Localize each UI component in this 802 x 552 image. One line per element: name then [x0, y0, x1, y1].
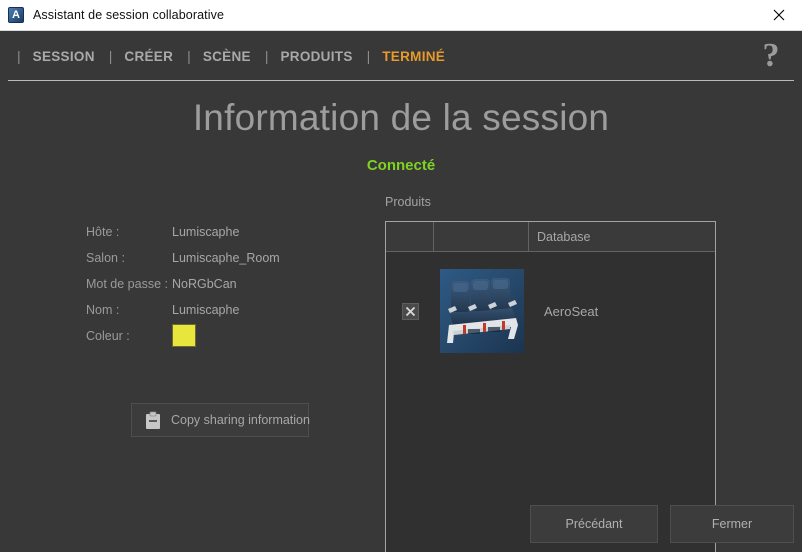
info-label-name: Nom :: [86, 302, 120, 317]
close-icon[interactable]: [756, 0, 802, 30]
cell-thumbnail: [434, 269, 529, 353]
tab-produits[interactable]: PRODUITS: [280, 49, 352, 64]
product-name: AeroSeat: [544, 303, 599, 319]
tab-scene[interactable]: SCÈNE: [203, 49, 251, 64]
info-row-room: Salon : Lumiscaphe_Room: [86, 245, 356, 270]
column-header-thumbnail: [434, 222, 529, 251]
info-value-password: NoRGbCan: [172, 276, 237, 291]
cell-remove: [386, 302, 434, 320]
info-row-color: Coleur :: [86, 323, 356, 348]
info-value-room: Lumiscaphe_Room: [172, 250, 280, 265]
products-table-body: AeroSeat: [386, 252, 715, 356]
tab-separator: |: [187, 48, 191, 64]
copy-sharing-information-label: Copy sharing information: [171, 413, 310, 427]
products-section-label: Produits: [385, 195, 431, 209]
aircraft-seat-row-thumbnail: [439, 269, 524, 353]
app-logo-letter: A: [12, 8, 20, 21]
info-row-password: Mot de passe : NoRGbCan: [86, 271, 356, 296]
clipboard-icon: [146, 411, 160, 429]
previous-button[interactable]: Précédant: [530, 505, 658, 543]
info-label-host: Hôte :: [86, 224, 120, 239]
copy-sharing-information-button[interactable]: Copy sharing information: [131, 403, 310, 437]
info-row-name: Nom : Lumiscaphe: [86, 297, 356, 322]
info-row-host: Hôte : Lumiscaphe: [86, 219, 356, 244]
tab-session[interactable]: SESSION: [33, 49, 95, 64]
collaborative-session-wizard-window: A Assistant de session collaborative | S…: [0, 0, 802, 552]
tab-creer[interactable]: CRÉER: [124, 49, 173, 64]
tab-separator: |: [366, 48, 371, 64]
close-button[interactable]: Fermer: [670, 505, 794, 543]
remove-x-icon[interactable]: [401, 302, 419, 320]
page-title: Information de la session: [192, 97, 610, 138]
wizard-step-tabbar: | SESSION | CRÉER | SCÈNE | PRODUITS | T…: [0, 31, 802, 81]
info-label-room: Salon :: [86, 250, 125, 265]
tab-separator: |: [108, 48, 113, 64]
tab-separator: |: [264, 48, 269, 64]
info-value-name: Lumiscaphe: [172, 302, 240, 317]
session-info-grid: Hôte : Lumiscaphe Salon : Lumiscaphe_Roo…: [86, 219, 356, 349]
column-header-database: Database: [537, 229, 591, 244]
window-title: Assistant de session collaborative: [33, 8, 224, 22]
products-table-header: Database: [386, 222, 715, 252]
table-row[interactable]: AeroSeat: [386, 252, 715, 356]
wizard-content: Information de la session Connecté Hôte …: [0, 81, 802, 552]
column-header-remove: [386, 222, 434, 251]
window-titlebar: A Assistant de session collaborative: [0, 0, 802, 31]
products-panel: Database AeroSeat: [385, 221, 716, 552]
tab-separator: |: [17, 48, 21, 64]
tab-termine[interactable]: TERMINÉ: [382, 49, 445, 64]
app-logo-icon: A: [8, 7, 24, 23]
info-label-color: Coleur :: [86, 328, 130, 343]
info-label-password: Mot de passe :: [86, 276, 168, 291]
help-icon[interactable]: ?: [754, 37, 788, 75]
color-swatch[interactable]: [172, 324, 196, 347]
info-value-host: Lumiscaphe: [172, 224, 240, 239]
connection-status: Connecté: [366, 157, 436, 174]
